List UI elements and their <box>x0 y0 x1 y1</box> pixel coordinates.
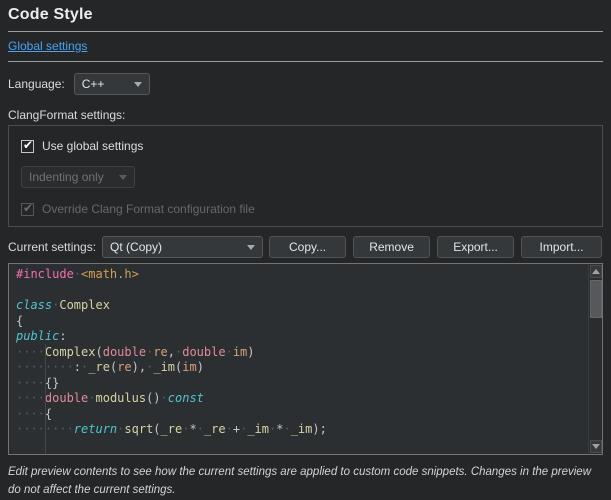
code-line <box>16 283 602 299</box>
checkmark-icon: ✔ <box>23 201 33 215</box>
language-label: Language: <box>8 77 65 91</box>
chevron-down-icon <box>247 245 255 250</box>
remove-button[interactable]: Remove <box>353 236 430 258</box>
clangformat-mode-select: Indenting only <box>21 166 135 188</box>
current-settings-value: Qt (Copy) <box>110 240 162 254</box>
page-title: Code Style <box>8 6 603 24</box>
scrollbar-thumb[interactable] <box>590 280 602 318</box>
separator <box>8 61 603 62</box>
language-selected-value: C++ <box>82 77 105 91</box>
checkmark-icon: ✔ <box>23 138 33 152</box>
settings-buttons: Copy... Remove Export... Import... <box>269 236 602 258</box>
export-button[interactable]: Export... <box>437 236 514 258</box>
override-config-checkbox: ✔ Override Clang Format configuration fi… <box>21 202 590 216</box>
indent-guide <box>45 344 46 454</box>
import-button[interactable]: Import... <box>521 236 602 258</box>
code-line: ····{ <box>16 407 602 423</box>
scroll-up-button[interactable] <box>590 265 602 278</box>
code-line: ····double·modulus()·const <box>16 391 602 407</box>
use-global-settings-checkbox[interactable]: ✔ Use global settings <box>21 139 590 153</box>
current-settings-label: Current settings: <box>8 240 96 254</box>
code-line: public: <box>16 329 602 345</box>
language-select[interactable]: C++ <box>74 73 150 95</box>
current-settings-row: Current settings: Qt (Copy) Copy... Remo… <box>8 236 603 258</box>
chevron-down-icon <box>134 82 142 87</box>
preview-hint-text: Edit preview contents to see how the cur… <box>8 464 603 500</box>
code-text: #include·<math.h> class·Complex{public:·… <box>9 264 602 438</box>
copy-button[interactable]: Copy... <box>269 236 346 258</box>
clangformat-groupbox: ✔ Use global settings Indenting only ✔ O… <box>8 125 603 227</box>
code-line: #include·<math.h> <box>16 267 602 283</box>
code-line: { <box>16 314 602 330</box>
current-settings-select[interactable]: Qt (Copy) <box>102 236 263 258</box>
triangle-down-icon <box>592 444 600 449</box>
checkbox-box: ✔ <box>21 203 34 216</box>
clangformat-mode-value: Indenting only <box>29 170 104 184</box>
language-row: Language: C++ <box>8 73 603 95</box>
code-line: ········:·_re(re),·_im(im) <box>16 360 602 376</box>
scroll-down-button[interactable] <box>590 440 602 453</box>
code-line: ········return·sqrt(_re·*·_re·+·_im·*·_i… <box>16 422 602 438</box>
checkbox-box: ✔ <box>21 140 34 153</box>
code-line: class·Complex <box>16 298 602 314</box>
use-global-settings-label: Use global settings <box>42 139 143 153</box>
vertical-scrollbar[interactable] <box>588 264 602 454</box>
code-preview-editor[interactable]: #include·<math.h> class·Complex{public:·… <box>8 263 603 455</box>
code-style-settings-page: Code Style Global settings Language: C++… <box>0 0 611 500</box>
override-config-label: Override Clang Format configuration file <box>42 202 255 216</box>
triangle-up-icon <box>592 269 600 274</box>
code-line: ····{} <box>16 376 602 392</box>
separator <box>8 31 603 32</box>
global-settings-link[interactable]: Global settings <box>8 39 87 53</box>
chevron-down-icon <box>119 175 127 180</box>
code-line: ····Complex(double·re,·double·im) <box>16 345 602 361</box>
clangformat-section-label: ClangFormat settings: <box>8 108 603 122</box>
